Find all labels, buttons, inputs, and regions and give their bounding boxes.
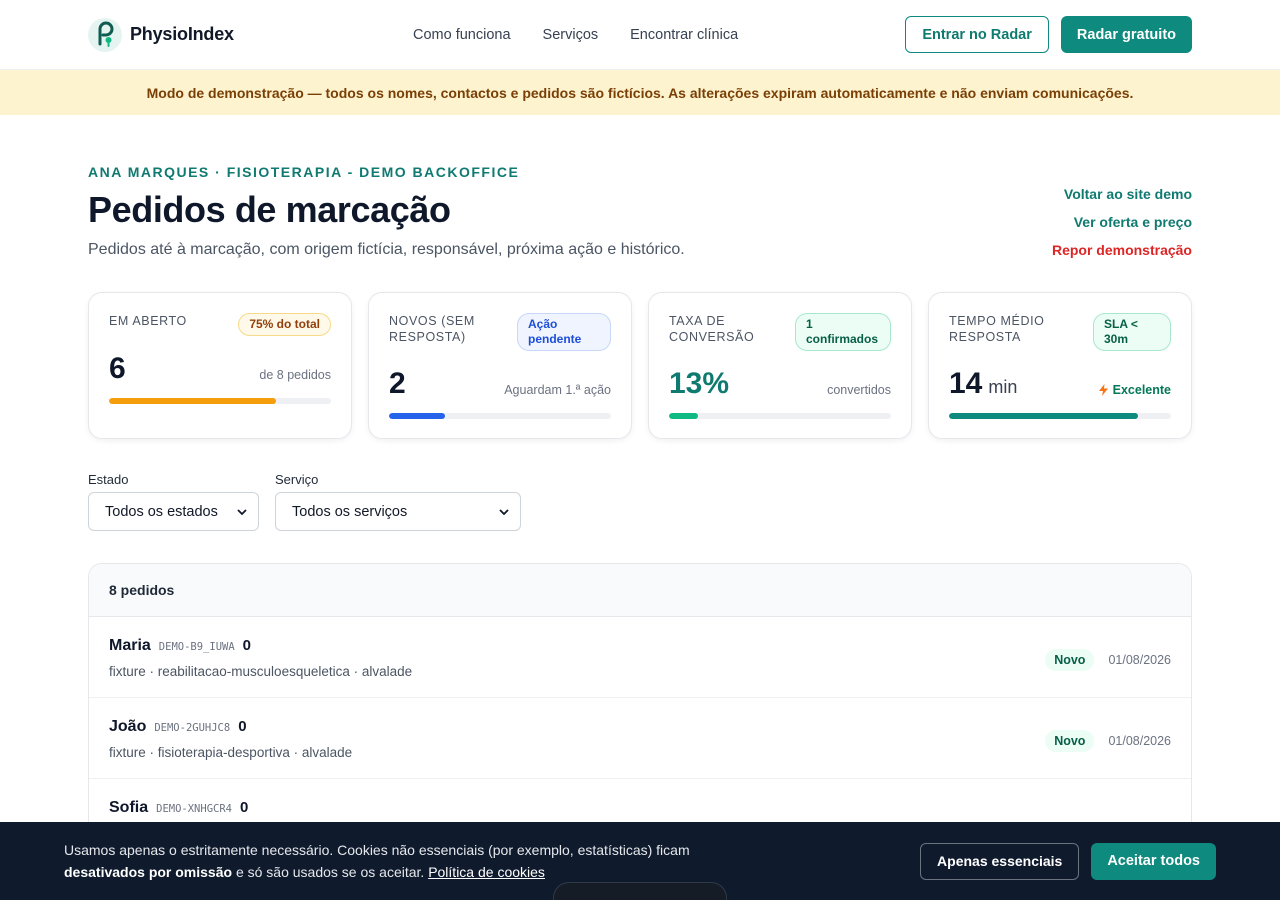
cookie-policy-link[interactable]: Política de cookies	[428, 864, 545, 880]
kpi-progress-fill	[669, 413, 698, 419]
page-title: Pedidos de marcação	[88, 189, 451, 230]
kpi-value: 2	[389, 367, 406, 400]
filter-servico: Serviço Todos os serviços	[275, 472, 521, 531]
kpi-label: TEMPO MÉDIO RESPOSTA	[949, 314, 1045, 344]
kpi-progress-bar	[109, 398, 331, 404]
kpi-card-conversion: TAXA DE CONVERSÃO 1 confirmados 13% conv…	[648, 292, 912, 439]
status-badge: Novo	[1045, 730, 1095, 752]
nav-servicos[interactable]: Serviços	[543, 27, 599, 43]
order-count: 0	[238, 718, 247, 735]
kpi-value: 14	[949, 367, 983, 400]
page-eyebrow: ANA MARQUES · FISIOTERAPIA - DEMO BACKOF…	[88, 164, 520, 180]
kpi-label: TAXA DE CONVERSÃO	[669, 314, 755, 344]
physioindex-logo-icon	[88, 17, 122, 52]
kpi-badge: 1 confirmados	[795, 313, 891, 351]
filter-estado: Estado Todos os estados	[88, 472, 259, 531]
lightning-icon	[1098, 384, 1108, 396]
kpi-cards: EM ABERTO 75% do total 6 de 8 pedidos NO…	[88, 292, 1192, 439]
order-code: DEMO-2GUHJC8	[154, 722, 231, 734]
order-name: João	[109, 718, 147, 735]
nav-como-funciona[interactable]: Como funciona	[413, 27, 511, 43]
estado-select[interactable]: Todos os estados	[88, 492, 259, 531]
order-meta: fixture · reabilitacao-musculoesqueletic…	[109, 664, 413, 679]
kpi-label: EM ABERTO	[109, 314, 187, 328]
select-value: Todos os serviços	[292, 503, 408, 520]
offer-price-link[interactable]: Ver oferta e preço	[1074, 213, 1192, 231]
demo-mode-banner: Modo de demonstração — todos os nomes, c…	[0, 70, 1280, 115]
accept-all-button[interactable]: Aceitar todos	[1091, 842, 1216, 880]
nav-encontrar-clinica[interactable]: Encontrar clínica	[630, 27, 738, 43]
kpi-label: NOVOS (SEM RESPOSTA)	[389, 314, 475, 344]
kpi-value: 6	[109, 352, 126, 385]
order-date: 01/08/2026	[1108, 653, 1171, 667]
cookie-text-bold: desativados por omissão	[64, 864, 233, 880]
reset-demo-link[interactable]: Repor demonstração	[1052, 241, 1192, 259]
header-actions: Entrar no Radar Radar gratuito	[905, 16, 1192, 53]
select-value: Todos os estados	[105, 503, 218, 520]
order-count: 0	[242, 637, 251, 654]
cookie-text-b: e só são usados se os aceitar.	[232, 864, 429, 880]
order-code: DEMO-XNHGCR4	[156, 803, 232, 815]
kpi-progress-bar	[949, 413, 1171, 419]
kpi-note: Aguardam 1.ª ação	[504, 383, 611, 397]
page-links: Voltar ao site demo Ver oferta e preço R…	[1052, 185, 1192, 259]
kpi-progress-bar	[669, 413, 891, 419]
kpi-badge: SLA < 30m	[1093, 313, 1171, 351]
chevron-down-icon	[237, 508, 247, 515]
order-code: DEMO-B9_IUWA	[158, 641, 235, 653]
kpi-card-response-time: TEMPO MÉDIO RESPOSTA SLA < 30m 14 min Exc…	[928, 292, 1192, 439]
floating-toolbar[interactable]	[553, 882, 727, 900]
top-navigation: PhysioIndex Como funciona Serviços Encon…	[0, 0, 1280, 70]
orders-panel: 8 pedidos Maria DEMO-B9_IUWA 0 fixture ·…	[88, 563, 1192, 861]
status-badge: Novo	[1045, 649, 1095, 671]
kpi-note: convertidos	[827, 383, 891, 397]
main-nav: Como funciona Serviços Encontrar clínica	[413, 27, 738, 43]
cookie-actions: Apenas essenciais Aceitar todos	[920, 842, 1216, 880]
kpi-note: de 8 pedidos	[259, 368, 331, 382]
kpi-note: Excelente	[1098, 383, 1171, 401]
back-to-demo-link[interactable]: Voltar ao site demo	[1064, 185, 1192, 203]
order-date: 01/08/2026	[1108, 734, 1171, 748]
filters: Estado Todos os estados Serviço Todos os…	[88, 472, 1192, 531]
filter-label: Serviço	[275, 472, 319, 487]
kpi-card-new: NOVOS (SEM RESPOSTA) Ação pendente 2 Agu…	[368, 292, 632, 439]
kpi-progress-bar	[389, 413, 611, 419]
kpi-card-open: EM ABERTO 75% do total 6 de 8 pedidos	[88, 292, 352, 439]
servico-select[interactable]: Todos os serviços	[275, 492, 521, 531]
free-radar-button[interactable]: Radar gratuito	[1060, 16, 1192, 53]
order-name: Maria	[109, 637, 151, 654]
page-content: ANA MARQUES · FISIOTERAPIA - DEMO BACKOF…	[0, 164, 1280, 861]
kpi-progress-fill	[389, 413, 445, 419]
kpi-value: 13%	[669, 367, 730, 400]
order-name: Sofia	[109, 799, 149, 816]
login-radar-button[interactable]: Entrar no Radar	[905, 16, 1049, 53]
kpi-badge: Ação pendente	[517, 313, 611, 351]
cookie-text: Usamos apenas o estritamente necessário.…	[64, 839, 704, 883]
page-heading: ANA MARQUES · FISIOTERAPIA - DEMO BACKOF…	[88, 164, 1192, 259]
cookie-text-a: Usamos apenas o estritamente necessário.…	[64, 842, 690, 858]
kpi-badge: 75% do total	[238, 313, 331, 336]
order-count: 0	[239, 799, 249, 816]
orders-count: 8 pedidos	[89, 564, 1191, 617]
chevron-down-icon	[499, 508, 509, 515]
order-row[interactable]: Maria DEMO-B9_IUWA 0 fixture · reabilita…	[89, 617, 1191, 698]
kpi-progress-fill	[109, 398, 276, 404]
brand-logo[interactable]: PhysioIndex	[88, 17, 348, 52]
order-meta: fixture · fisioterapia-desportiva · alva…	[109, 745, 353, 760]
kpi-unit: min	[988, 377, 1018, 397]
kpi-progress-fill	[949, 413, 1138, 419]
brand-name: PhysioIndex	[130, 24, 234, 44]
essential-only-button[interactable]: Apenas essenciais	[920, 842, 1080, 880]
kpi-note-text: Excelente	[1112, 383, 1171, 397]
page-subtitle: Pedidos até à marcação, com origem fictí…	[88, 241, 685, 258]
filter-label: Estado	[88, 472, 129, 487]
order-row[interactable]: João DEMO-2GUHJC8 0 fixture · fisioterap…	[89, 698, 1191, 779]
